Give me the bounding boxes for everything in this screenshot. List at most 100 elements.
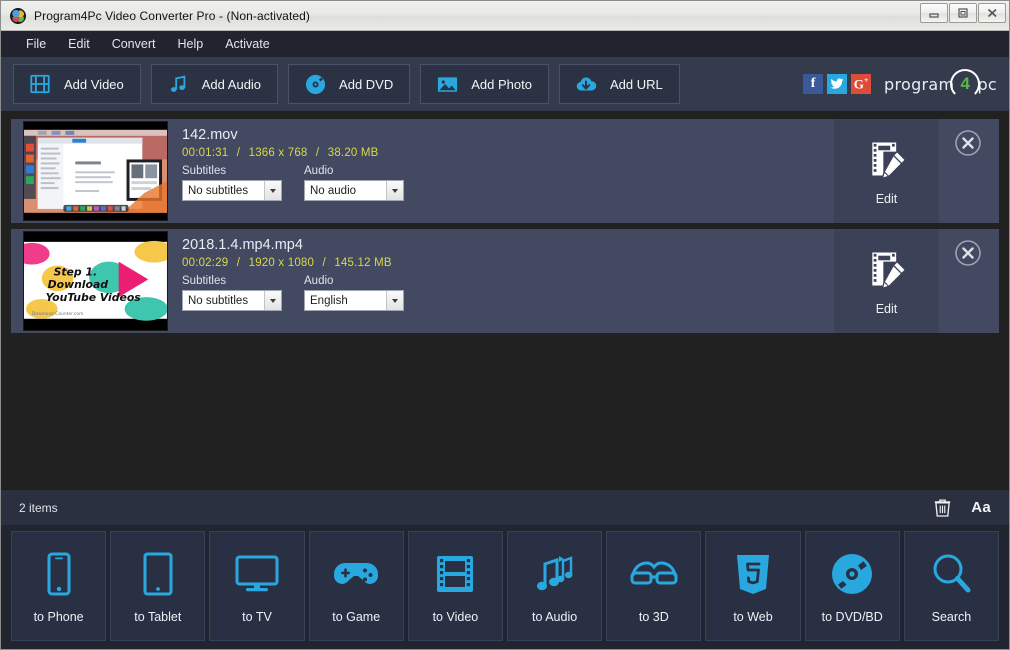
target-to-phone[interactable]: to Phone xyxy=(11,531,106,641)
target-label: to Phone xyxy=(34,610,84,624)
file-resolution: 1920 x 1080 xyxy=(249,257,315,269)
menu-item-help[interactable]: Help xyxy=(166,33,214,55)
program4pc-logo: program 4 pc xyxy=(884,69,997,99)
menu-item-activate[interactable]: Activate xyxy=(214,33,280,55)
remove-cell xyxy=(939,229,999,333)
chevron-down-icon[interactable] xyxy=(264,181,281,200)
subtitles-label: Subtitles xyxy=(182,275,282,287)
target-to-game[interactable]: to Game xyxy=(309,531,404,641)
target-to-tablet[interactable]: to Tablet xyxy=(110,531,205,641)
target-to-3d[interactable]: to 3D xyxy=(606,531,701,641)
file-size: 38.20 MB xyxy=(328,147,379,159)
target-to-web[interactable]: to Web xyxy=(705,531,800,641)
disc-icon xyxy=(302,71,328,97)
remove-file-button[interactable] xyxy=(954,129,982,157)
target-label: to TV xyxy=(242,610,272,624)
subtitles-value: No subtitles xyxy=(183,295,264,307)
add-dvd-label: Add DVD xyxy=(339,77,393,92)
brand-area: f G+ program 4 pc xyxy=(803,57,997,111)
subtitles-group: Subtitles No subtitles xyxy=(182,165,282,201)
edit-label: Edit xyxy=(876,302,898,316)
edit-button[interactable]: Edit xyxy=(834,119,939,223)
chevron-down-icon[interactable] xyxy=(264,291,281,310)
add-url-button[interactable]: Add URL xyxy=(559,64,680,104)
svg-text:Download Counter.com: Download Counter.com xyxy=(32,311,83,317)
facebook-icon[interactable]: f xyxy=(803,74,823,94)
audio-label: Audio xyxy=(304,165,404,177)
specs-separator: / xyxy=(318,257,331,269)
tv-icon xyxy=(234,548,280,600)
3d-glasses-icon xyxy=(629,548,679,600)
add-photo-button[interactable]: Add Photo xyxy=(420,64,549,104)
target-label: Search xyxy=(932,610,972,624)
target-to-audio[interactable]: to Audio xyxy=(507,531,602,641)
chevron-down-icon[interactable] xyxy=(386,291,403,310)
target-search[interactable]: Search xyxy=(904,531,999,641)
close-button[interactable] xyxy=(978,3,1006,23)
item-count-label: 2 items xyxy=(19,501,58,515)
file-list-area: 142.mov 00:01:31 / 1366 x 768 / 38.20 MB… xyxy=(1,111,1009,489)
audio-select[interactable]: English xyxy=(304,290,404,311)
menu-item-file[interactable]: File xyxy=(15,33,57,55)
remove-cell xyxy=(939,119,999,223)
target-label: to 3D xyxy=(639,610,669,624)
file-size: 145.12 MB xyxy=(334,257,391,269)
photo-icon xyxy=(434,71,460,97)
edit-button[interactable]: Edit xyxy=(834,229,939,333)
target-label: to Web xyxy=(733,610,772,624)
add-audio-button[interactable]: Add Audio xyxy=(151,64,278,104)
file-duration: 00:01:31 xyxy=(182,147,228,159)
audio-value: No audio xyxy=(305,185,386,197)
maximize-button[interactable] xyxy=(949,3,977,23)
magnifier-icon xyxy=(930,548,972,600)
gamepad-icon xyxy=(332,548,380,600)
minimize-button[interactable] xyxy=(920,3,948,23)
desktop-screenshot-thumbnail xyxy=(23,121,168,221)
list-status-bar: 2 items Aa xyxy=(1,489,1009,525)
film-edit-icon xyxy=(865,137,909,186)
font-size-icon[interactable]: Aa xyxy=(971,499,991,516)
target-to-dvd-bd[interactable]: to DVD/BD xyxy=(805,531,900,641)
audio-label: Audio xyxy=(304,275,404,287)
chevron-down-icon[interactable] xyxy=(386,181,403,200)
brand-ring-icon: 4 xyxy=(950,69,980,99)
target-to-tv[interactable]: to TV xyxy=(209,531,304,641)
file-metadata: 142.mov 00:01:31 / 1366 x 768 / 38.20 MB… xyxy=(168,119,834,223)
add-video-button[interactable]: Add Video xyxy=(13,64,141,104)
file-specs: 00:01:31 / 1366 x 768 / 38.20 MB xyxy=(182,147,834,159)
track-selectors: Subtitles No subtitles Audio No audio xyxy=(182,165,834,201)
target-label: to Audio xyxy=(532,610,577,624)
step1-download-youtube-videos-thumbnail: Step 1. Download YouTube Videos Download… xyxy=(23,231,168,331)
audio-group: Audio English xyxy=(304,275,404,311)
file-specs: 00:02:29 / 1920 x 1080 / 145.12 MB xyxy=(182,257,834,269)
menu-item-edit[interactable]: Edit xyxy=(57,33,101,55)
window-title: Program4Pc Video Converter Pro - (Non-ac… xyxy=(34,9,310,23)
subtitles-select[interactable]: No subtitles xyxy=(182,180,282,201)
window-controls xyxy=(920,3,1006,23)
twitter-icon[interactable] xyxy=(827,74,847,94)
table-row[interactable]: 142.mov 00:01:31 / 1366 x 768 / 38.20 MB… xyxy=(11,119,999,223)
film-strip-icon xyxy=(27,71,53,97)
conversion-targets-bar: to Phone to Tablet to TV xyxy=(1,525,1009,649)
target-to-video[interactable]: to Video xyxy=(408,531,503,641)
subtitles-value: No subtitles xyxy=(183,185,264,197)
app-logo-icon xyxy=(10,8,26,24)
add-video-label: Add Video xyxy=(64,77,124,92)
specs-separator: / xyxy=(311,147,324,159)
trash-icon[interactable] xyxy=(934,498,951,517)
add-dvd-button[interactable]: Add DVD xyxy=(288,64,410,104)
table-row[interactable]: Step 1. Download YouTube Videos Download… xyxy=(11,229,999,333)
brand-digit: 4 xyxy=(950,69,980,99)
remove-file-button[interactable] xyxy=(954,239,982,267)
google-plus-icon[interactable]: G+ xyxy=(851,74,871,94)
status-actions: Aa xyxy=(934,498,991,517)
specs-separator: / xyxy=(232,147,245,159)
audio-value: English xyxy=(305,295,386,307)
menu-item-convert[interactable]: Convert xyxy=(101,33,167,55)
target-label: to Tablet xyxy=(134,610,181,624)
film-strip-icon xyxy=(434,548,476,600)
add-photo-label: Add Photo xyxy=(471,77,532,92)
audio-group: Audio No audio xyxy=(304,165,404,201)
audio-select[interactable]: No audio xyxy=(304,180,404,201)
subtitles-select[interactable]: No subtitles xyxy=(182,290,282,311)
